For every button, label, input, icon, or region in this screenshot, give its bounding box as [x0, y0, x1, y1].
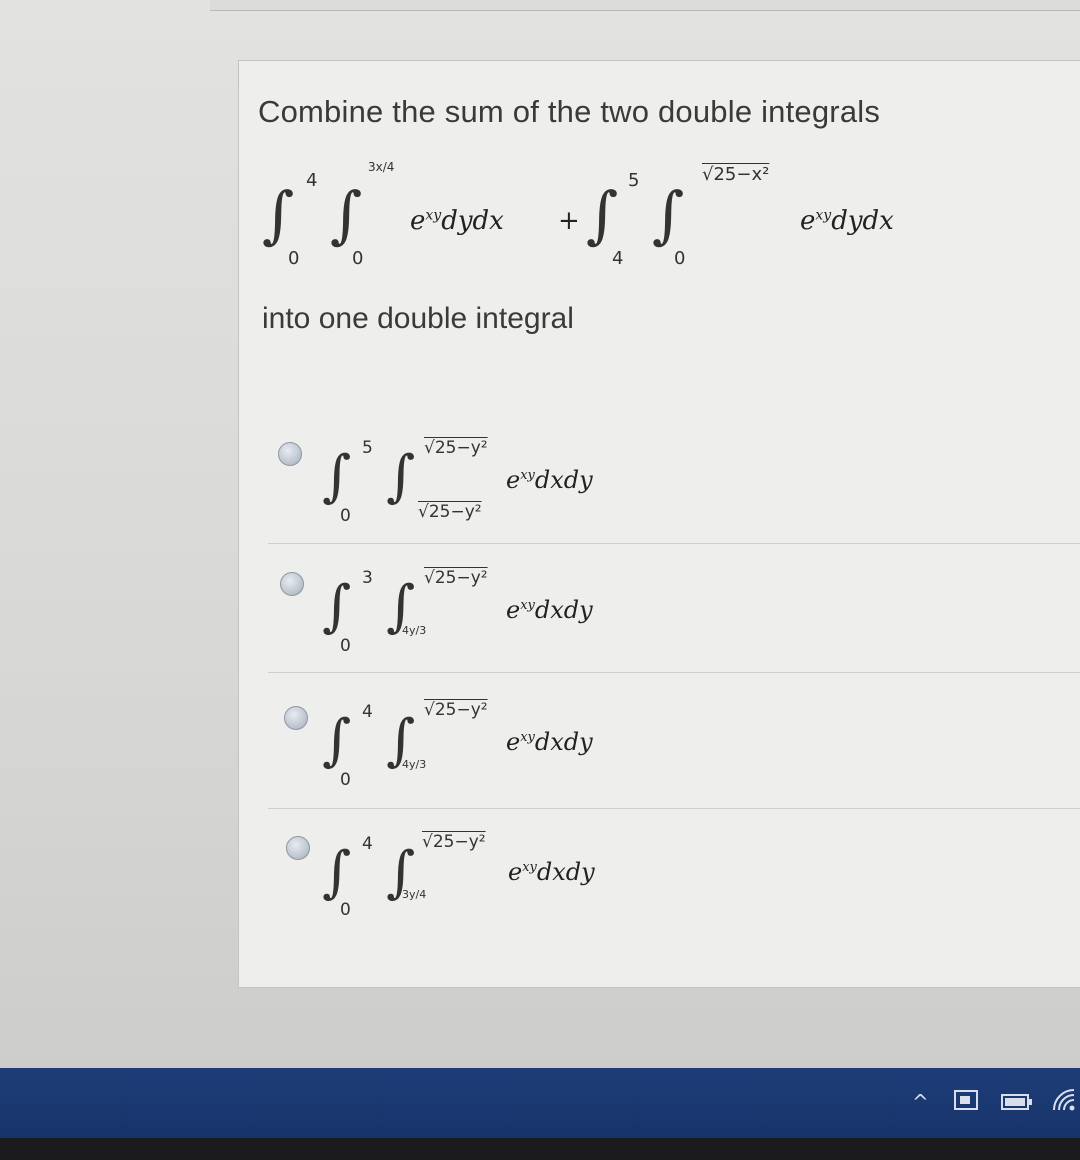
option-divider: [268, 672, 1080, 673]
option-exponent: xy: [520, 598, 535, 613]
first-differential: dydx: [441, 206, 504, 236]
first-outer-upper: 4: [306, 170, 318, 191]
first-integrand: exydydx: [410, 206, 504, 236]
option-differential: dxdy: [534, 466, 593, 494]
first-inner-lower: 0: [352, 248, 364, 269]
integral-sign-icon: ∫: [652, 178, 685, 251]
integral-sign-icon: ∫: [330, 178, 363, 251]
question-title: Combine the sum of the two double integr…: [258, 94, 881, 129]
option-outer-upper: 5: [362, 438, 373, 458]
option-inner-lower: 4y/3: [402, 624, 427, 637]
option-divider: [268, 543, 1080, 544]
option-exponent: xy: [520, 730, 535, 745]
option-inner-upper: √25−y²: [424, 438, 488, 458]
option-inner-lower: 4y/3: [402, 758, 427, 771]
second-differential: dydx: [831, 206, 894, 236]
option-integrand: exydxdy: [506, 728, 593, 756]
second-outer-lower: 4: [612, 248, 624, 269]
option-outer-upper: 4: [362, 834, 373, 854]
question-subtitle: into one double integral: [262, 302, 574, 335]
option-differential: dxdy: [536, 858, 595, 886]
integral-sign-icon: ∫: [322, 708, 352, 773]
option-radio[interactable]: [286, 836, 310, 860]
option-outer-upper: 3: [362, 568, 373, 588]
option-differential: dxdy: [534, 728, 593, 756]
integral-sign-icon: ∫: [586, 178, 619, 251]
second-integrand: exydydx: [800, 206, 894, 236]
option-outer-lower: 0: [340, 900, 351, 920]
option-integrand: exydxdy: [506, 596, 593, 624]
second-inner-upper: √25−x²: [702, 164, 770, 185]
integral-sign-icon: ∫: [322, 840, 352, 905]
second-outer-upper: 5: [628, 170, 640, 191]
option-radio[interactable]: [280, 572, 304, 596]
chevron-up-icon[interactable]: ^: [912, 1090, 929, 1114]
first-exponent: xy: [425, 207, 442, 224]
integral-sign-icon: ∫: [262, 178, 295, 251]
screen-bezel: [0, 1138, 1080, 1160]
plus-sign: +: [558, 206, 580, 236]
integral-sign-icon: ∫: [322, 444, 352, 509]
top-strip: [210, 0, 1080, 11]
first-outer-lower: 0: [288, 248, 300, 269]
option-outer-lower: 0: [340, 636, 351, 656]
second-exponent: xy: [815, 207, 832, 224]
option-radio[interactable]: [278, 442, 302, 466]
integral-sign-icon: ∫: [322, 574, 352, 639]
wifi-icon[interactable]: [1050, 1086, 1078, 1114]
option-inner-upper: √25−y²: [424, 700, 488, 720]
option-inner-lower: 3y/4: [402, 888, 427, 901]
network-icon[interactable]: [952, 1088, 982, 1114]
option-differential: dxdy: [534, 596, 593, 624]
option-exponent: xy: [520, 468, 535, 483]
option-inner-lower: √25−y²: [418, 502, 482, 522]
option-exponent: xy: [522, 860, 537, 875]
option-radio[interactable]: [284, 706, 308, 730]
option-outer-lower: 0: [340, 506, 351, 526]
option-integrand: exydxdy: [506, 466, 593, 494]
option-divider: [268, 808, 1080, 809]
battery-icon[interactable]: [1000, 1092, 1034, 1112]
integral-sign-icon: ∫: [386, 444, 416, 509]
option-inner-upper: √25−y²: [422, 832, 486, 852]
second-inner-lower: 0: [674, 248, 686, 269]
option-outer-lower: 0: [340, 770, 351, 790]
option-integrand: exydxdy: [508, 858, 595, 886]
option-outer-upper: 4: [362, 702, 373, 722]
first-inner-upper: 3x/4: [368, 160, 395, 174]
option-inner-upper: √25−y²: [424, 568, 488, 588]
